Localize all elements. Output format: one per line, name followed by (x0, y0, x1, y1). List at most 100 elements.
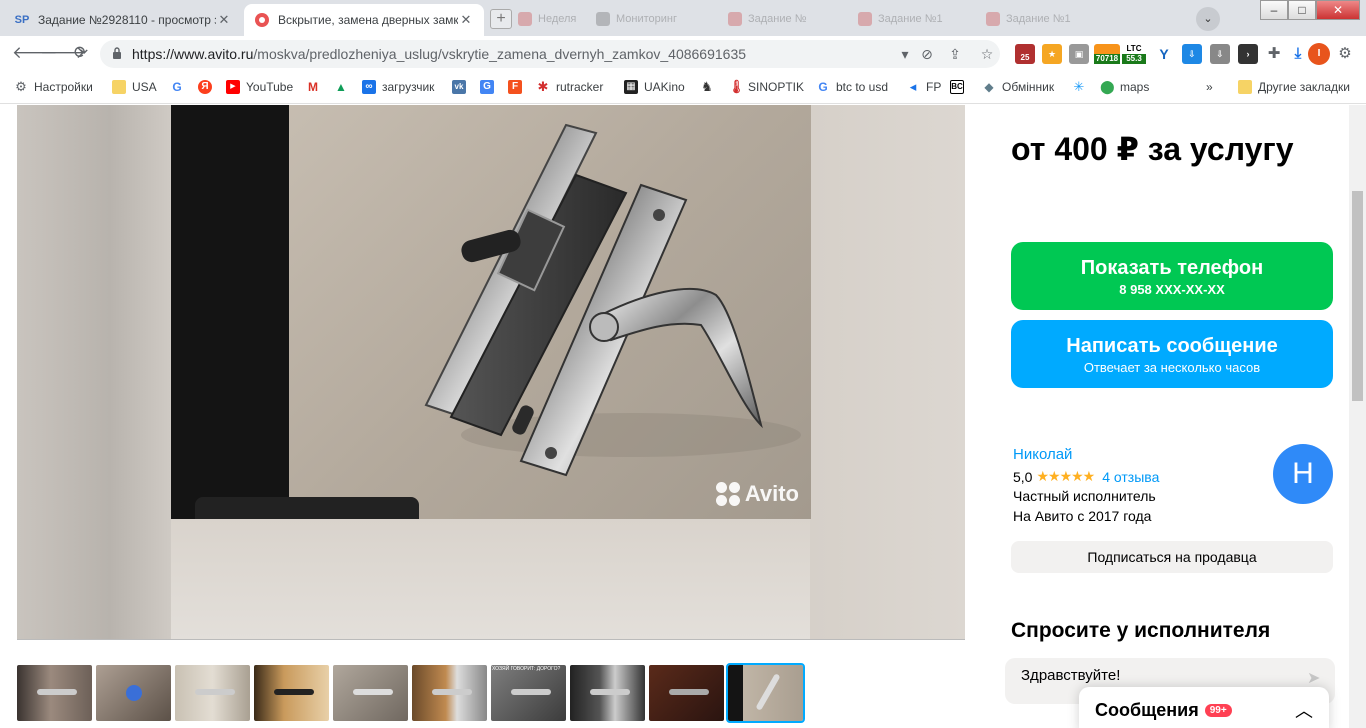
minimize-button[interactable]: – (1260, 0, 1288, 20)
overflow-chevron: » (1206, 80, 1213, 94)
scrollbar-thumb[interactable] (1352, 191, 1363, 401)
bookmark-vk[interactable]: vk (452, 78, 472, 96)
bookmark-drive[interactable]: ▲ (334, 78, 354, 96)
bookmark-maps[interactable]: ⬤ maps (1100, 78, 1149, 96)
close-icon[interactable]: ✕ (216, 12, 232, 28)
messages-panel[interactable]: Сообщения 99+ ︿ (1079, 687, 1329, 728)
save-ext-icon[interactable]: ⇩ (1210, 44, 1230, 64)
bookmark-chess[interactable]: ♞ (700, 78, 720, 96)
tab-title: Задание №2928110 - просмотр за (38, 13, 216, 27)
bookmark-label: maps (1120, 80, 1150, 94)
maximize-button[interactable]: □ (1288, 0, 1316, 20)
adblock-ext-icon[interactable]: 25 (1015, 44, 1035, 64)
bookmark-rutracker[interactable]: ✱ rutracker (536, 78, 604, 96)
bookmark-other[interactable]: Другие закладки (1238, 78, 1350, 96)
puzzle-icon[interactable]: ✚ (1264, 44, 1284, 64)
shield-ext-icon[interactable]: ★ (1042, 44, 1062, 64)
tab-ghost[interactable]: Задание №1 (986, 8, 1106, 30)
thumbnail[interactable] (333, 665, 408, 721)
thumbnail[interactable] (649, 665, 724, 721)
bookmark-yandex[interactable]: Я (198, 78, 218, 96)
bookmark-google[interactable]: G (170, 78, 190, 96)
bookmark-uakino[interactable]: ▦ UAKino (624, 78, 685, 96)
thumbnail[interactable]: ХОЗЯЙ ГОВОРИТ: ДОРОГО? (491, 665, 566, 721)
bookmark-exchange[interactable]: ◆ Обмінник (982, 78, 1054, 96)
subscribe-button[interactable]: Подписаться на продавца (1011, 541, 1333, 573)
bookmark-loader[interactable]: ∞ загрузчик (362, 78, 434, 96)
chevron-up-icon[interactable]: ︿ (1295, 697, 1313, 723)
thumbnail[interactable] (412, 665, 487, 721)
url-text: https://www.avito.ru/moskva/predlozheniy… (132, 46, 747, 62)
watermark-text: Avito (744, 481, 799, 506)
photo-overlay-button[interactable] (195, 497, 419, 519)
show-phone-button[interactable]: Показать телефон 8 958 XXX-XX-XX (1011, 242, 1333, 310)
page-scrollbar[interactable] (1349, 105, 1366, 728)
lock-icon (113, 47, 121, 59)
tab-avito[interactable]: Вскрытие, замена дверных замков ✕ (244, 4, 484, 36)
bookmark-usa[interactable]: USA (112, 78, 157, 96)
bookmark-star-icon[interactable]: ☆ (978, 45, 996, 63)
main-photo[interactable]: Avito (171, 105, 811, 519)
btc-ext-icon[interactable]: 70718 (1094, 44, 1120, 64)
share-icon[interactable]: ⇪ (946, 45, 964, 63)
write-message-button[interactable]: Написать сообщение Отвечает за несколько… (1011, 320, 1333, 388)
send-icon[interactable]: ➤ (1307, 671, 1323, 687)
ltc-ext-icon[interactable]: LTC 55.3 (1122, 44, 1146, 64)
tab-title: Неделя (538, 13, 577, 25)
reviews-link[interactable]: 4 отзыва (1102, 469, 1159, 485)
profile-avatar[interactable]: I (1308, 43, 1330, 65)
terminal-ext-icon[interactable]: › (1238, 44, 1258, 64)
vk-icon: vk (452, 80, 466, 94)
bookmark-fp[interactable]: ◂ FP (906, 78, 942, 96)
gear-icon: ⚙ (15, 79, 27, 94)
bookmark-label: Обмінник (1002, 80, 1055, 94)
address-bar[interactable]: https://www.avito.ru/moskva/predlozheniy… (100, 40, 1000, 68)
thumbnail[interactable] (175, 665, 250, 721)
thumbnail[interactable] (17, 665, 92, 721)
bookmark-youtube[interactable]: ▶ YouTube (226, 78, 293, 96)
new-tab-button[interactable]: + (490, 9, 512, 29)
back-arrow-icon[interactable]: 🡐 (12, 42, 58, 64)
tab-task[interactable]: SP Задание №2928110 - просмотр за ✕ (4, 4, 242, 36)
thumbnail-active[interactable] (726, 663, 805, 723)
forward-arrow-icon[interactable]: 🡒 (40, 42, 86, 64)
tab-ghost[interactable]: Мониторинг (596, 8, 716, 30)
reload-icon[interactable]: ⟳ (70, 42, 92, 64)
translate-icon: G (480, 80, 494, 94)
thermometer-icon: 🌡 (728, 79, 745, 94)
window-close-button[interactable]: ✕ (1316, 0, 1360, 20)
avito-favicon-icon (254, 12, 270, 28)
bookmark-gmail[interactable]: M (306, 78, 326, 96)
tab-ghost[interactable]: Задание №1 (858, 8, 978, 30)
dropdown-icon[interactable]: ▾ (896, 45, 914, 63)
bookmark-settings[interactable]: ⚙ Настройки (14, 78, 93, 96)
bookmark-walmart[interactable]: ✳ (1072, 78, 1092, 96)
btc-value: 70718 (1094, 54, 1120, 64)
seller-avatar[interactable]: Н (1273, 444, 1333, 504)
thumbnail[interactable] (570, 665, 645, 721)
thumbnail[interactable] (96, 665, 171, 721)
bookmark-btc[interactable]: Gbtc to usd (816, 78, 888, 96)
menu-kebab-icon[interactable]: ⚙ (1335, 44, 1355, 64)
close-icon[interactable]: ✕ (458, 12, 474, 28)
download-ext-icon[interactable]: ⇩ (1182, 44, 1202, 64)
tab-search-chevron-icon[interactable]: ⌄ (1196, 7, 1220, 31)
y-ext-icon[interactable]: Y (1154, 44, 1174, 64)
downloads-icon[interactable]: ⤓ (1288, 44, 1308, 64)
thumbnail[interactable] (254, 665, 329, 721)
bookmark-translate[interactable]: G (480, 78, 500, 96)
avito-watermark: Avito (715, 481, 799, 507)
briefcase-ext-icon[interactable]: ▣ (1069, 44, 1089, 64)
bookmark-label: Другие закладки (1258, 80, 1350, 94)
bookmark-sinoptik[interactable]: 🌡 SINOPTIK (728, 78, 804, 96)
tab-ghost[interactable]: Задание № (728, 8, 848, 30)
photo-gallery[interactable]: Avito (17, 105, 965, 640)
tab-title: Задание №1 (878, 13, 943, 25)
blocked-camera-icon[interactable]: ⊘ (918, 45, 936, 63)
bookmark-bc[interactable]: BC (950, 78, 970, 96)
bookmarks-overflow[interactable]: » (1206, 78, 1213, 96)
gallery-blur-right (810, 105, 965, 639)
tab-title: Мониторинг (616, 13, 678, 25)
bookmark-f[interactable]: F (508, 78, 528, 96)
seller-name[interactable]: Николай (1013, 446, 1072, 463)
